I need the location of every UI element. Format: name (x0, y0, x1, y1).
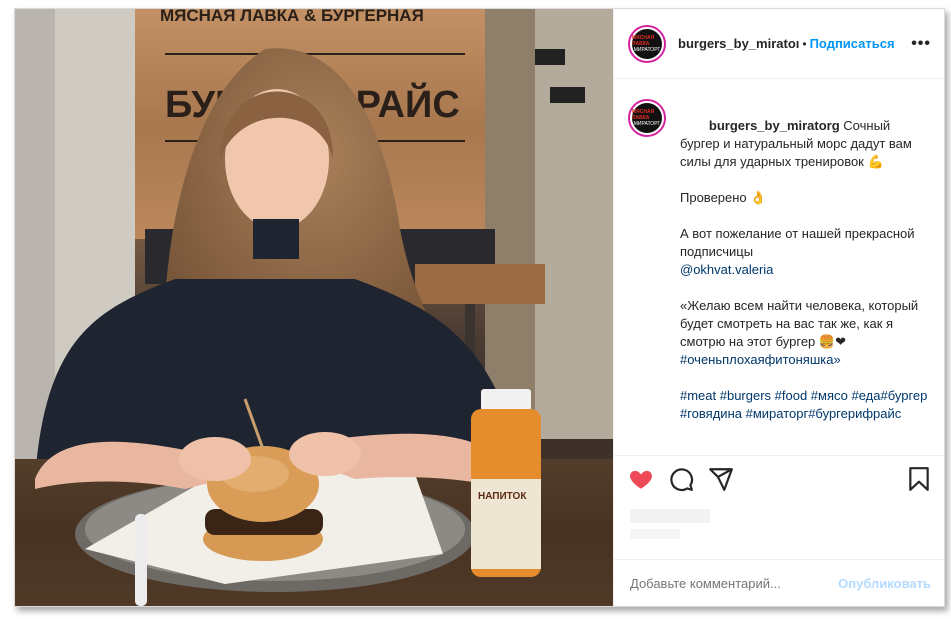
action-bar (614, 455, 944, 500)
publish-button[interactable]: Опубликовать (838, 576, 931, 591)
date-placeholder (630, 529, 680, 539)
hashtags-list[interactable]: #meat #burgers #food #мясо #еда#бургер #… (680, 388, 931, 421)
hashtag-link[interactable]: #оченьплохаяфитоняшка» (680, 352, 841, 367)
caption-text: burgers_by_miratorg Сочный бургер и нату… (680, 99, 930, 451)
separator-dot: • (802, 36, 807, 51)
post-header: МЯСНАЯ ЛАВКА МИРАТОРГ burgers_by_miratoı… (614, 9, 944, 79)
caption-username[interactable]: burgers_by_miratorg (709, 118, 840, 133)
caption-line-7: «Желаю всем найти человека, который буде… (680, 298, 922, 349)
comment-icon[interactable] (668, 466, 694, 492)
likes-placeholder (630, 509, 710, 523)
comment-bar: Опубликовать (614, 559, 944, 606)
comment-input[interactable] (628, 574, 839, 592)
post-sidebar: МЯСНАЯ ЛАВКА МИРАТОРГ burgers_by_miratoı… (613, 9, 944, 606)
heart-icon[interactable] (628, 466, 654, 492)
post-photo[interactable]: МЯСНАЯ ЛАВКА & БУРГЕРНАЯ БУРГЕР ФРАЙС (15, 9, 613, 606)
share-icon[interactable] (708, 466, 734, 492)
caption-line-4: А вот пожелание от нашей прекрасной подп… (680, 226, 919, 259)
avatar[interactable]: МЯСНАЯ ЛАВКА МИРАТОРГ (628, 24, 666, 63)
bookmark-icon[interactable] (906, 466, 932, 492)
username-link[interactable]: burgers_by_miratoı (678, 36, 799, 51)
more-icon[interactable]: ••• (911, 35, 931, 53)
photo-illustration: МЯСНАЯ ЛАВКА & БУРГЕРНАЯ БУРГЕР ФРАЙС (15, 9, 613, 606)
caption-avatar-line1: МЯСНАЯ ЛАВКА (632, 109, 655, 121)
avatar-logo-line2: МИРАТОРГ (633, 46, 661, 53)
caption-area: МЯСНАЯ ЛАВКА МИРАТОРГ burgers_by_mirator… (614, 79, 944, 451)
caption-avatar-logo: МЯСНАЯ ЛАВКА МИРАТОРГ (632, 103, 662, 133)
caption-line-2: Проверено 👌 (680, 190, 767, 205)
avatar-logo-line1: МЯСНАЯ ЛАВКА (632, 34, 655, 47)
bottle-label-text: НАПИТОК (478, 491, 527, 502)
sign-top-text: МЯСНАЯ ЛАВКА & БУРГЕРНАЯ (160, 9, 424, 25)
mention-link[interactable]: @okhvat.valeria (680, 262, 773, 277)
avatar-logo: МЯСНАЯ ЛАВКА МИРАТОРГ (632, 28, 662, 59)
follow-button[interactable]: Подписаться (810, 36, 895, 51)
caption-avatar[interactable]: МЯСНАЯ ЛАВКА МИРАТОРГ (628, 99, 666, 137)
post-card: МЯСНАЯ ЛАВКА & БУРГЕРНАЯ БУРГЕР ФРАЙС (14, 8, 945, 607)
caption-avatar-line2: МИРАТОРГ (633, 121, 661, 127)
